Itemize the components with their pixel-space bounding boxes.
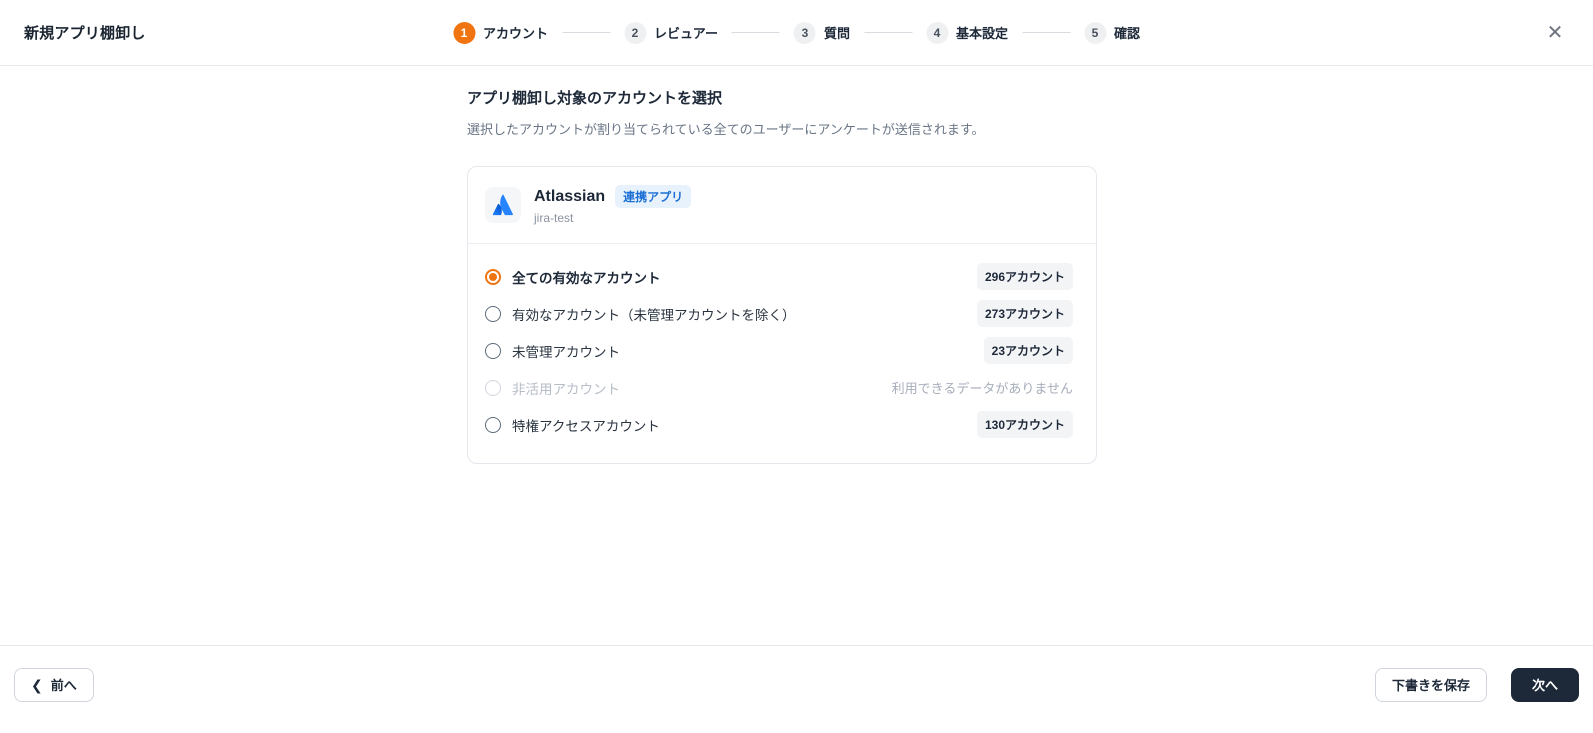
- wizard-body: アプリ棚卸し対象のアカウントを選択 選択したアカウントが割り当てられている全ての…: [0, 66, 1593, 645]
- wizard-header: 新規アプリ棚卸し 1 アカウント 2 レビュアー 3 質問 4 基本設定 5 確…: [0, 0, 1593, 66]
- option-active-excluding-unmanaged[interactable]: 有効なアカウント（未管理アカウントを除く） 273アカウント: [468, 295, 1096, 332]
- step-reviewer[interactable]: 2 レビュアー: [624, 21, 718, 44]
- option-inactive-accounts: 非活用アカウント 利用できるデータがありません: [468, 369, 1096, 406]
- radio-icon[interactable]: [485, 416, 501, 433]
- radio-icon[interactable]: [485, 342, 501, 359]
- step-connector: [863, 32, 912, 33]
- step-number-badge: 4: [925, 21, 948, 44]
- step-connector: [731, 32, 780, 33]
- step-questions[interactable]: 3 質問: [793, 21, 850, 44]
- step-basic-settings[interactable]: 4 基本設定: [925, 21, 1008, 44]
- app-name: Atlassian: [534, 187, 606, 205]
- step-label: 確認: [1114, 26, 1141, 41]
- option-unmanaged-accounts[interactable]: 未管理アカウント 23アカウント: [468, 332, 1096, 369]
- chevron-left-icon: ❮: [31, 676, 43, 693]
- option-privileged-access-accounts[interactable]: 特権アクセスアカウント 130アカウント: [468, 406, 1096, 443]
- next-button[interactable]: 次へ: [1510, 667, 1579, 702]
- app-identity: Atlassian 連携アプリ jira-test: [534, 185, 692, 225]
- linked-app-badge: 連携アプリ: [615, 185, 692, 208]
- wizard-footer: ❮ 前へ 下書きを保存 次へ: [0, 645, 1593, 733]
- step-connector: [562, 32, 610, 33]
- step-label: アカウント: [482, 26, 548, 41]
- radio-selected-icon[interactable]: [485, 268, 501, 285]
- step-confirm[interactable]: 5 確認: [1084, 21, 1141, 44]
- step-label: レビュアー: [654, 26, 718, 41]
- close-icon[interactable]: ✕: [1541, 19, 1569, 47]
- account-count-badge: 296アカウント: [976, 263, 1073, 290]
- step-label: 基本設定: [955, 26, 1008, 41]
- no-data-note: 利用できるデータがありません: [891, 381, 1073, 396]
- wizard-stepper: 1 アカウント 2 レビュアー 3 質問 4 基本設定 5 確認: [452, 21, 1141, 44]
- save-draft-button[interactable]: 下書きを保存: [1374, 667, 1487, 702]
- step-number-badge: 2: [624, 21, 646, 44]
- app-card-header: Atlassian 連携アプリ jira-test: [468, 167, 1096, 244]
- step-number-badge: 1: [452, 21, 475, 44]
- back-button[interactable]: ❮ 前へ: [14, 667, 94, 702]
- step-account[interactable]: 1 アカウント: [452, 21, 548, 44]
- section-subheading: 選択したアカウントが割り当てられている全てのユーザーにアンケートが送信されます。: [467, 122, 985, 137]
- step-number-badge: 3: [793, 21, 816, 44]
- atlassian-logo-icon: [485, 187, 521, 223]
- account-count-badge: 273アカウント: [976, 300, 1073, 327]
- radio-icon[interactable]: [485, 305, 501, 322]
- option-all-active-accounts[interactable]: 全ての有効なアカウント 296アカウント: [468, 258, 1096, 295]
- step-connector: [1022, 32, 1070, 33]
- app-instance-name: jira-test: [534, 211, 574, 225]
- page-title: 新規アプリ棚卸し: [24, 25, 146, 42]
- account-count-badge: 130アカウント: [976, 411, 1073, 438]
- radio-disabled-icon: [485, 379, 501, 396]
- account-scope-options: 全ての有効なアカウント 296アカウント 有効なアカウント（未管理アカウントを除…: [468, 244, 1096, 463]
- app-card: Atlassian 連携アプリ jira-test 全ての有効なアカウント 29…: [467, 166, 1097, 464]
- account-count-badge: 23アカウント: [983, 337, 1073, 364]
- step-number-badge: 5: [1084, 21, 1106, 44]
- step-label: 質問: [823, 26, 850, 41]
- section-heading: アプリ棚卸し対象のアカウントを選択: [467, 90, 723, 107]
